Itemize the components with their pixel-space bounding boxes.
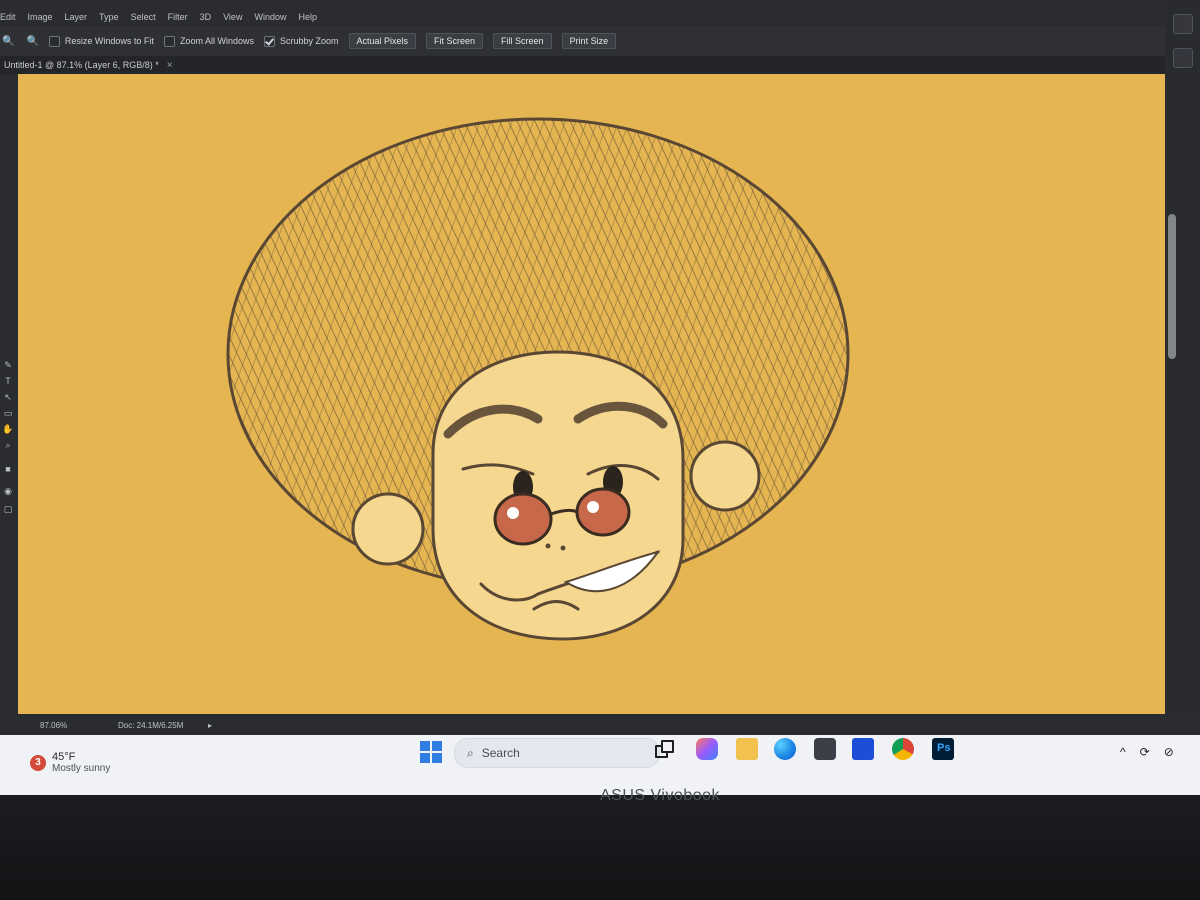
tools-panel: ✎ T ↖ ▭ ✋ ⌕ ■ ◉ ▢: [0, 74, 18, 714]
zoom-all-windows-label: Zoom All Windows: [179, 36, 254, 46]
menu-view[interactable]: View: [223, 12, 242, 22]
laptop-brand: ASUS Vivobook: [600, 787, 721, 804]
status-bar: 87.06% Doc: 24.1M/6.25M ▸: [0, 715, 1200, 735]
type-tool-icon[interactable]: T: [2, 376, 14, 386]
copilot-icon[interactable]: [696, 738, 718, 760]
hand-tool-icon[interactable]: ✋: [2, 424, 14, 434]
zoom-in-icon[interactable]: 🔍: [2, 36, 14, 47]
file-explorer-icon[interactable]: [736, 738, 758, 760]
right-ear: [689, 440, 761, 512]
resize-windows-to-fit-checkbox[interactable]: [48, 35, 60, 47]
edge-icon[interactable]: [774, 738, 796, 760]
zoom-level[interactable]: 87.06%: [40, 721, 67, 730]
tray-chevron-icon[interactable]: ^: [1120, 745, 1126, 759]
close-icon[interactable]: ×: [167, 60, 173, 71]
actual-pixels-button[interactable]: Actual Pixels: [348, 33, 417, 49]
right-panel-dock: [1165, 0, 1200, 720]
pen-tool-icon[interactable]: ✎: [2, 360, 14, 370]
document-tab[interactable]: Untitled-1 @ 87.1% (Layer 6, RGB/8) * ×: [0, 56, 1200, 75]
scrubby-zoom-checkbox[interactable]: [263, 35, 275, 47]
screen: Edit Image Layer Type Select Filter 3D V…: [0, 0, 1200, 795]
windows-start-icon[interactable]: [420, 741, 442, 763]
tray-offline-icon[interactable]: ⊘: [1164, 745, 1174, 759]
menu-3d[interactable]: 3D: [200, 12, 212, 22]
document-tab-title: Untitled-1 @ 87.1% (Layer 6, RGB/8) *: [4, 60, 159, 70]
print-size-button[interactable]: Print Size: [561, 33, 617, 49]
menu-type[interactable]: Type: [99, 12, 119, 22]
pinned-apps: Ps: [654, 735, 964, 769]
app-icon[interactable]: [852, 738, 874, 760]
menu-select[interactable]: Select: [131, 12, 156, 22]
menu-image[interactable]: Image: [28, 12, 53, 22]
path-selection-icon[interactable]: ↖: [2, 392, 14, 402]
menu-bar: Edit Image Layer Type Select Filter 3D V…: [0, 8, 1200, 26]
zoom-out-icon[interactable]: 🔍: [26, 36, 38, 47]
taskbar: 3 45°F Mostly sunny ⌕ Search Ps ^ ⟳ ⊘: [0, 735, 1200, 795]
shape-tool-icon[interactable]: ▭: [2, 408, 14, 418]
artwork: [226, 117, 850, 641]
face: [431, 350, 685, 641]
menu-filter[interactable]: Filter: [168, 12, 188, 22]
task-view-icon[interactable]: [654, 738, 676, 760]
panel-collapse-icon[interactable]: [1173, 48, 1193, 68]
fill-screen-button[interactable]: Fill Screen: [493, 33, 552, 49]
vertical-scrollbar[interactable]: [1168, 214, 1176, 359]
weather-badge: 3: [30, 755, 46, 771]
zoom-all-windows-checkbox[interactable]: [163, 35, 175, 47]
store-icon[interactable]: [814, 738, 836, 760]
canvas-area[interactable]: [18, 74, 1176, 771]
search-icon: ⌕: [467, 745, 474, 760]
menu-window[interactable]: Window: [254, 12, 286, 22]
tool-options-bar: 🔍 🔍 Resize Windows to Fit Zoom All Windo…: [0, 26, 1200, 56]
weather-widget[interactable]: 3 45°F Mostly sunny: [30, 751, 110, 775]
scrubby-zoom-option[interactable]: Scrubby Zoom: [263, 35, 339, 47]
weather-temp: 45°F: [52, 751, 76, 763]
chrome-icon[interactable]: [892, 738, 914, 760]
quick-mask-icon[interactable]: ◉: [2, 486, 14, 496]
status-menu-icon[interactable]: ▸: [208, 721, 212, 730]
menu-help[interactable]: Help: [298, 12, 317, 22]
screen-mode-icon[interactable]: ▢: [2, 504, 14, 514]
menu-layer[interactable]: Layer: [65, 12, 88, 22]
zoom-all-windows-option[interactable]: Zoom All Windows: [163, 35, 254, 47]
fit-screen-button[interactable]: Fit Screen: [426, 33, 484, 49]
document-size: Doc: 24.1M/6.25M: [118, 720, 184, 730]
zoom-tool-icon[interactable]: ⌕: [2, 440, 14, 450]
search-label: Search: [481, 746, 520, 760]
laptop-body: [0, 795, 1200, 900]
panel-toggle-icon[interactable]: [1173, 14, 1193, 34]
document-canvas[interactable]: [18, 74, 1165, 714]
scrubby-zoom-label: Scrubby Zoom: [279, 36, 339, 46]
taskbar-search[interactable]: ⌕ Search: [454, 738, 660, 768]
weather-condition: Mostly sunny: [52, 763, 111, 774]
photoshop-icon-label: Ps: [937, 742, 951, 754]
left-ear: [351, 492, 425, 566]
tray-sync-icon[interactable]: ⟳: [1140, 745, 1150, 759]
menu-edit[interactable]: Edit: [0, 12, 16, 22]
resize-windows-to-fit-label: Resize Windows to Fit: [64, 36, 154, 46]
system-tray: ^ ⟳ ⊘: [1120, 745, 1174, 759]
resize-windows-to-fit-option[interactable]: Resize Windows to Fit: [48, 35, 154, 47]
foreground-color-swatch-icon[interactable]: ■: [2, 464, 14, 474]
